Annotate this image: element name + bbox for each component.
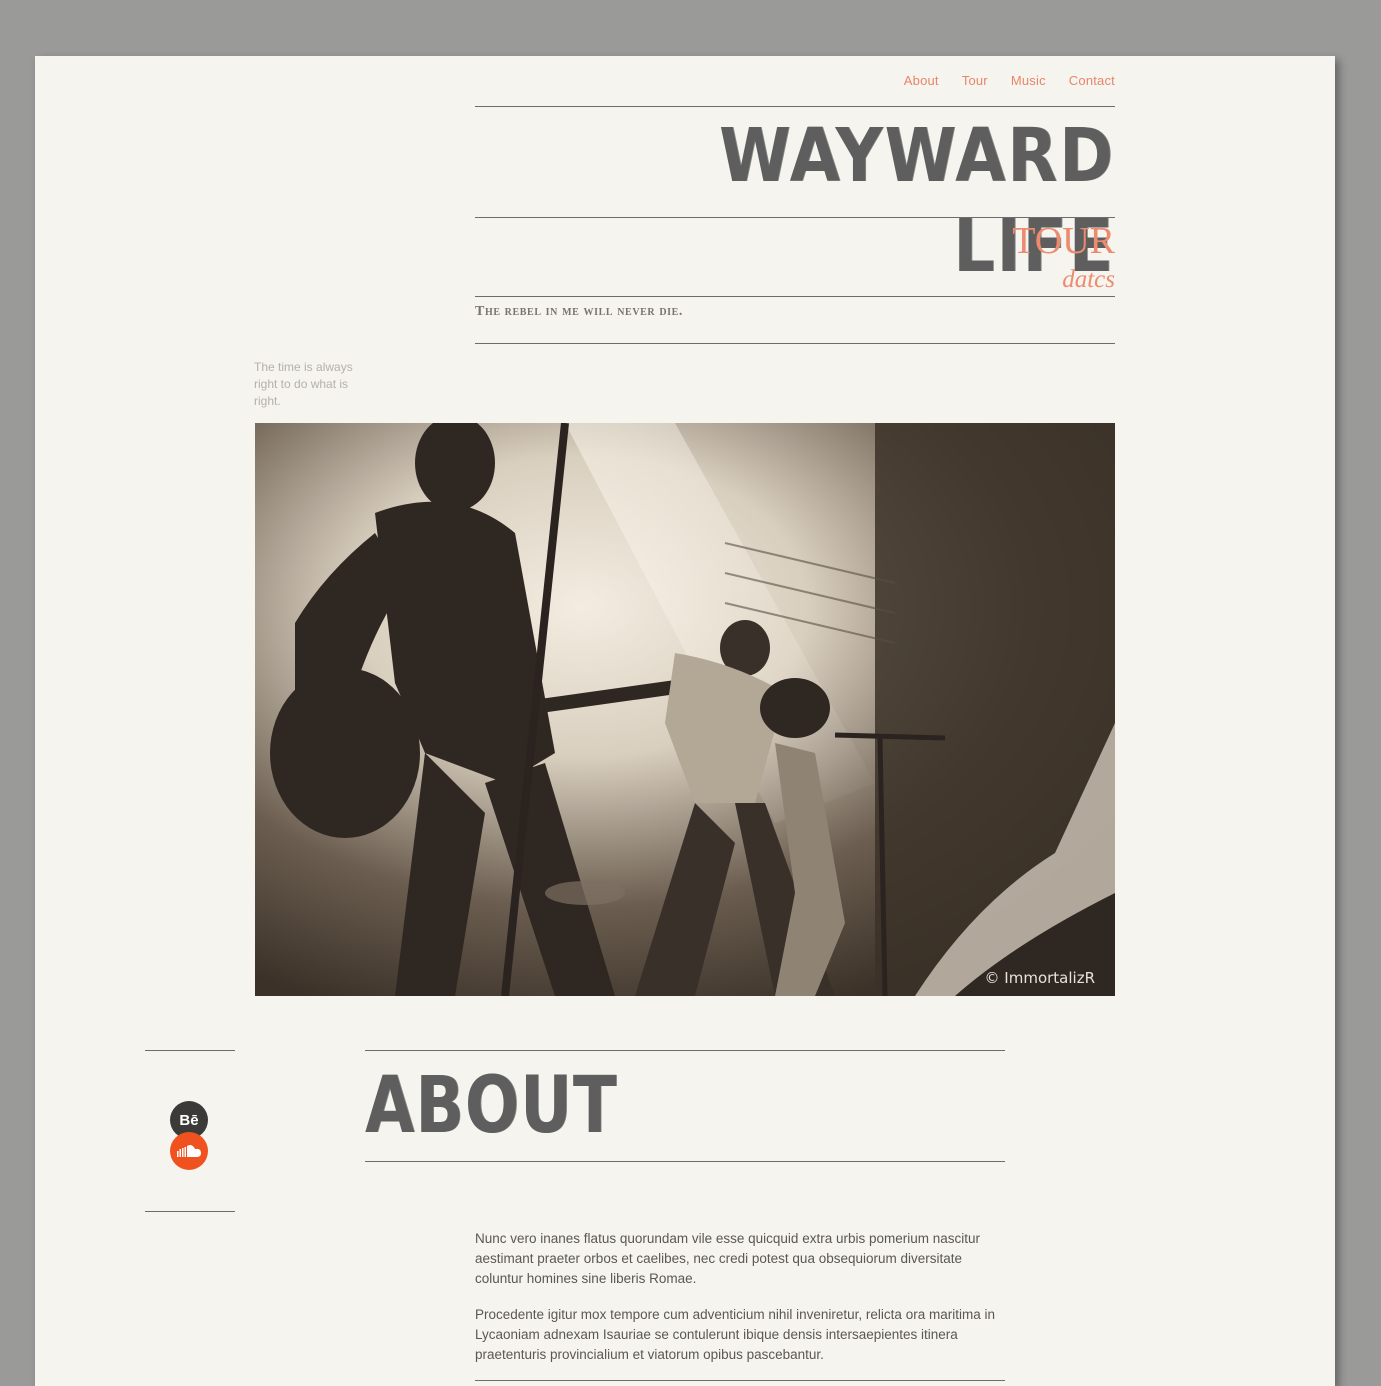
soundcloud-icon[interactable] <box>170 1132 208 1170</box>
about-rule-top <box>365 1050 1005 1051</box>
tagline: The rebel in me will never die. <box>475 304 684 319</box>
nav-music[interactable]: Music <box>1011 73 1046 88</box>
header-rule-bottom <box>475 343 1115 344</box>
about-rule-bottom <box>365 1161 1005 1162</box>
tour-heading: TOUR <box>1012 220 1115 262</box>
header-rule-lower <box>475 296 1115 297</box>
about-paragraph-2: Procedente igitur mox tempore cum advent… <box>475 1307 995 1362</box>
about-paragraph-1: Nunc vero inanes flatus quorundam vile e… <box>475 1231 981 1286</box>
header-rule-mid <box>475 217 1115 218</box>
social-rule-bottom <box>145 1211 235 1212</box>
nav-about[interactable]: About <box>904 73 939 88</box>
side-quote: The time is always right to do what is r… <box>254 360 353 408</box>
nav-tour[interactable]: Tour <box>962 73 988 88</box>
concert-photo-illustration <box>255 423 1115 996</box>
about-heading: ABOUT <box>365 1061 618 1151</box>
page-sheet: About Tour Music Contact WAYWARD LIFE TO… <box>35 56 1335 1386</box>
about-body: Nunc vero inanes flatus quorundam vile e… <box>475 1229 1005 1381</box>
top-nav: About Tour Music Contact <box>904 73 1115 88</box>
site-title: WAYWARD LIFE <box>718 113 1115 289</box>
social-rule-top <box>145 1050 235 1051</box>
soundcloud-glyph <box>177 1145 201 1157</box>
photo-credit: © ImmortalizR <box>984 969 1095 987</box>
concert-photo: © ImmortalizR <box>255 423 1115 996</box>
social-links: Bē <box>170 1101 210 1181</box>
nav-contact[interactable]: Contact <box>1069 73 1115 88</box>
header-rule-top <box>475 106 1115 107</box>
dates-subheading: datcs <box>1062 266 1115 293</box>
